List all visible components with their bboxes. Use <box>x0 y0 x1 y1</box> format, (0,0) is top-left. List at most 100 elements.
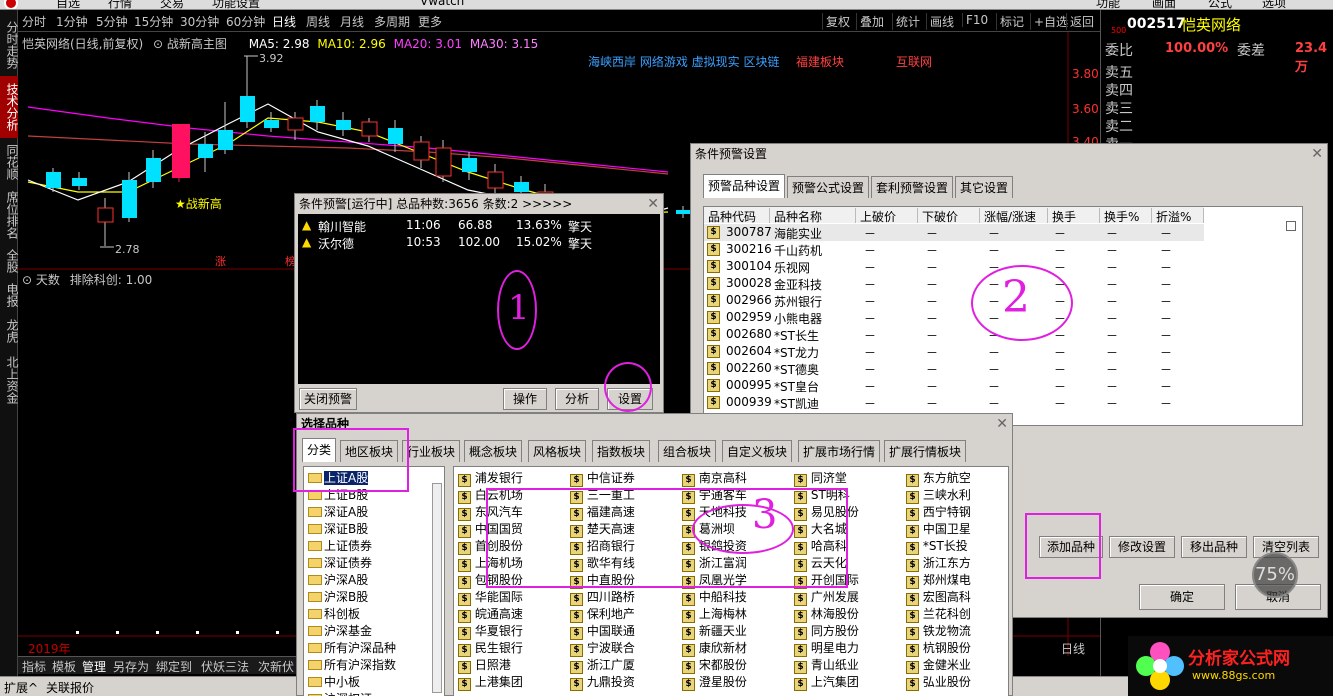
add-watchlist-button[interactable]: +自选 <box>1030 13 1071 30</box>
menu-item[interactable]: 自选 <box>56 0 80 9</box>
select-tab[interactable]: 概念板块 <box>464 440 523 462</box>
tree-item[interactable]: 沪深权证 <box>308 690 372 696</box>
col-turnover[interactable]: 换手 <box>1048 208 1100 224</box>
vtab-jishu[interactable]: 技术分析 <box>0 76 19 138</box>
btab-saveas[interactable]: 另存为 <box>113 658 149 675</box>
period-30min[interactable]: 30分钟 <box>180 13 219 30</box>
grid-symbol[interactable]: $ 民生银行 <box>458 639 523 657</box>
grid-symbol[interactable]: $ 西宁特钢 <box>906 503 971 521</box>
btab-fuyao[interactable]: 伏妖三法 <box>201 658 249 675</box>
grid-symbol[interactable]: $ 新疆天业 <box>682 622 747 640</box>
select-tab[interactable]: 风格板块 <box>528 440 587 462</box>
grid-symbol[interactable]: $ 铁龙物流 <box>906 622 971 640</box>
symbol-row[interactable]: $300028 金亚科技－－－－－－ <box>704 275 1204 292</box>
grid-symbol[interactable]: $ 金健米业 <box>906 656 971 674</box>
menu-item[interactable]: 交易 <box>160 0 184 9</box>
tree-item[interactable]: 沪深A股 <box>308 571 368 588</box>
grid-symbol[interactable]: $ 上汽集团 <box>794 673 859 691</box>
col-upper[interactable]: 上破价 <box>856 208 918 224</box>
concept-topics[interactable]: 海峡西岸 网络游戏 虚拟现实 区块链 <box>588 53 779 70</box>
operate-button[interactable]: 操作 <box>503 388 547 410</box>
grid-symbol[interactable]: $ 郑州煤电 <box>906 571 971 589</box>
col-lower[interactable]: 下破价 <box>918 208 980 224</box>
grid-symbol[interactable]: $ 上海梅林 <box>682 605 747 623</box>
grid-symbol[interactable]: $ 宁波联合 <box>570 639 635 657</box>
tree-item[interactable]: 沪深B股 <box>308 588 368 605</box>
grid-symbol[interactable]: $ 保利地产 <box>570 605 635 623</box>
grid-symbol[interactable]: $ 广州发展 <box>794 588 859 606</box>
grid-symbol[interactable]: $ 皖通高速 <box>458 605 523 623</box>
grid-symbol[interactable]: $ 东方航空 <box>906 469 971 487</box>
grid-symbol[interactable]: $ 同济堂 <box>794 469 847 487</box>
select-tab[interactable]: 行业板块 <box>402 440 461 462</box>
tab-other[interactable]: 其它设置 <box>955 176 1014 198</box>
vtab-xiwei[interactable]: 席位排名 <box>0 186 19 244</box>
grid-symbol[interactable]: $ 华能国际 <box>458 588 523 606</box>
grid-symbol[interactable]: $ 宋都股份 <box>682 656 747 674</box>
tree-item[interactable]: 上证债券 <box>308 537 372 554</box>
symbol-row[interactable]: $002966 苏州银行－－－－－－ <box>704 292 1204 309</box>
stats-button[interactable]: 统计 <box>892 13 923 30</box>
edit-settings-button[interactable]: 修改设置 <box>1109 536 1175 558</box>
symbol-row[interactable]: $300216 千山药机 － － － － － － <box>704 241 1204 258</box>
fuquan-button[interactable]: 复权 <box>822 13 853 30</box>
grid-symbol[interactable]: $ 青山纸业 <box>794 656 859 674</box>
grid-symbol[interactable]: $ 杭钢股份 <box>906 639 971 657</box>
grid-symbol[interactable]: $ 中国卫星 <box>906 520 971 538</box>
symbol-row[interactable]: $002959 小熊电器－－－－－－ <box>704 309 1204 326</box>
period-15min[interactable]: 15分钟 <box>134 13 173 30</box>
menu-item[interactable]: 行情 <box>108 0 132 9</box>
symbol-row[interactable]: $300104 乐视网－－－－－－ <box>704 258 1204 275</box>
btab-manage[interactable]: 管理 <box>82 658 106 675</box>
menu-item[interactable]: 画面 <box>1152 0 1176 9</box>
grid-symbol[interactable]: $ 明星电力 <box>794 639 859 657</box>
btab-template[interactable]: 模板 <box>52 658 76 675</box>
menu-item[interactable]: 功能设置 <box>212 0 260 9</box>
industry-topic[interactable]: 互联网 <box>896 53 932 70</box>
grid-symbol[interactable]: $ 中船科技 <box>682 588 747 606</box>
period-monthly[interactable]: 月线 <box>340 13 364 30</box>
scroll-checkbox[interactable] <box>1286 221 1296 231</box>
tree-item[interactable]: 沪深基金 <box>308 622 372 639</box>
col-change[interactable]: 涨幅/涨速 <box>980 208 1048 224</box>
template-dropdown[interactable]: ⊙ 战新高主图 <box>153 37 227 51</box>
menu-item[interactable]: 公式 <box>1208 0 1232 9</box>
close-icon[interactable]: ✕ <box>1311 146 1323 162</box>
menu-item[interactable]: 选项 <box>1262 0 1286 9</box>
grid-symbol[interactable]: $ 三峡水利 <box>906 486 971 504</box>
grid-symbol[interactable]: $ 中信证券 <box>570 469 635 487</box>
remove-symbol-button[interactable]: 移出品种 <box>1181 536 1247 558</box>
close-alert-button[interactable]: 关闭预警 <box>299 388 357 410</box>
period-weekly[interactable]: 周线 <box>306 13 330 30</box>
select-tab[interactable]: 扩展行情板块 <box>884 440 967 462</box>
grid-symbol[interactable]: $ 林海股份 <box>794 605 859 623</box>
col-premium[interactable]: 折溢% <box>1152 208 1204 224</box>
select-tab[interactable]: 指数板块 <box>592 440 651 462</box>
tree-scrollbar[interactable] <box>432 483 442 693</box>
ok-button[interactable]: 确定 <box>1139 584 1225 610</box>
col-name[interactable]: 品种名称 <box>770 208 856 224</box>
tree-item[interactable]: 深证B股 <box>308 520 368 537</box>
region-topic[interactable]: 福建板块 <box>796 53 844 70</box>
grid-symbol[interactable]: $ 中国联通 <box>570 622 635 640</box>
grid-symbol[interactable]: $ 上港集团 <box>458 673 523 691</box>
indicator-menu-icon[interactable]: ⊙ <box>22 273 32 287</box>
tree-item[interactable]: 所有沪深指数 <box>308 656 396 673</box>
grid-symbol[interactable]: $ 日照港 <box>458 656 511 674</box>
grid-symbol[interactable]: $ 浙江广厦 <box>570 656 635 674</box>
period-daily[interactable]: 日线 <box>272 13 296 30</box>
menu-item[interactable]: 功能 <box>1096 0 1120 9</box>
tab-symbols[interactable]: 预警品种设置 <box>703 174 786 198</box>
period-1min[interactable]: 1分钟 <box>56 13 88 30</box>
linked-quote-button[interactable]: 关联报价 <box>46 679 94 696</box>
grid-symbol[interactable]: $ 四川路桥 <box>570 588 635 606</box>
expand-button[interactable]: 扩展^ <box>4 679 38 696</box>
col-turnover-pct[interactable]: 换手% <box>1100 208 1152 224</box>
grid-symbol[interactable]: $ 同方股份 <box>794 622 859 640</box>
vtab-fenshi[interactable]: 分时走势 <box>0 14 19 76</box>
close-icon[interactable]: ✕ <box>647 196 659 212</box>
symbol-row[interactable]: $002604 *ST龙力 － － － － － － <box>704 343 1204 360</box>
overlay-button[interactable]: 叠加 <box>856 13 887 30</box>
grid-symbol[interactable]: $ 九鼎投资 <box>570 673 635 691</box>
period-multi[interactable]: 多周期 <box>374 13 410 30</box>
